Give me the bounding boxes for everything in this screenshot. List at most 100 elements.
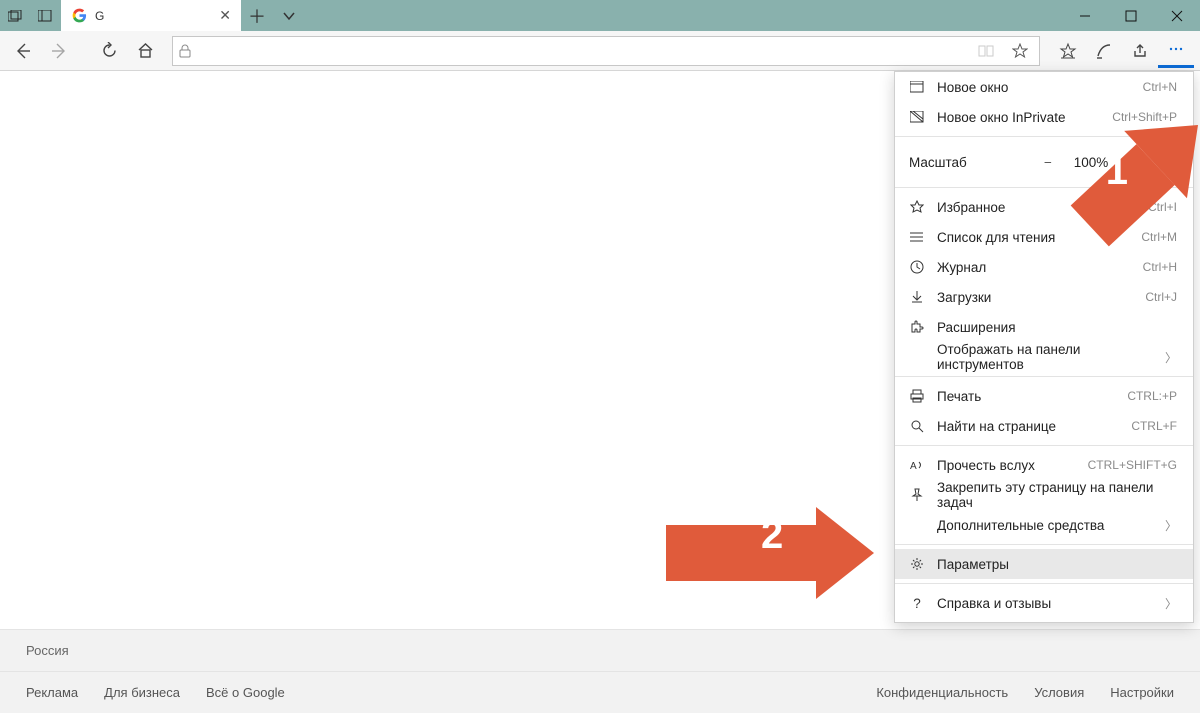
footer-link-about[interactable]: Всё о Google: [206, 685, 285, 700]
print-icon: [909, 389, 925, 403]
home-button[interactable]: [128, 34, 162, 68]
fullscreen-icon[interactable]: [1155, 155, 1177, 169]
annotation-number: 2: [761, 513, 783, 558]
help-icon: ?: [909, 596, 925, 611]
window-minimize-button[interactable]: [1062, 0, 1108, 31]
menu-shortcut: Ctrl+J: [1145, 290, 1177, 304]
settings-menu: Новое окно Ctrl+N Новое окно InPrivate C…: [894, 71, 1194, 623]
menu-read-aloud[interactable]: A Прочесть вслух CTRL+SHIFT+G: [895, 450, 1193, 480]
window-maximize-button[interactable]: [1108, 0, 1154, 31]
menu-settings[interactable]: Параметры: [895, 549, 1193, 579]
browser-toolbar: [0, 31, 1200, 71]
chevron-right-icon: 〉: [1165, 517, 1177, 534]
annotation-arrow-2: 2: [666, 507, 874, 599]
menu-label: Журнал: [937, 260, 1131, 275]
footer-link-business[interactable]: Для бизнеса: [104, 685, 180, 700]
notes-icon[interactable]: [1086, 34, 1122, 68]
menu-label: Печать: [937, 389, 1115, 404]
footer-link-settings[interactable]: Настройки: [1110, 685, 1174, 700]
list-icon: [909, 231, 925, 243]
window-icon: [909, 81, 925, 93]
menu-label: Прочесть вслух: [937, 458, 1076, 473]
google-favicon-icon: [71, 8, 87, 24]
page-content: Новое окно Ctrl+N Новое окно InPrivate C…: [0, 71, 1200, 713]
window-titlebar: G ✕ ＋: [0, 0, 1200, 31]
footer-link-privacy[interactable]: Конфиденциальность: [876, 685, 1008, 700]
star-icon: [909, 200, 925, 214]
share-icon[interactable]: [1122, 34, 1158, 68]
menu-new-window[interactable]: Новое окно Ctrl+N: [895, 72, 1193, 102]
menu-label: Отображать на панели инструментов: [937, 342, 1153, 372]
address-bar[interactable]: [172, 36, 1040, 66]
menu-extensions[interactable]: Расширения: [895, 312, 1193, 342]
zoom-out-button[interactable]: −: [1037, 155, 1059, 170]
svg-text:A: A: [910, 461, 917, 472]
history-icon: [909, 260, 925, 274]
footer-country: Россия: [0, 629, 1200, 671]
tab-title: G: [95, 9, 211, 23]
refresh-button[interactable]: [92, 34, 126, 68]
puzzle-icon: [909, 320, 925, 334]
menu-favorites[interactable]: Избранное Ctrl+I: [895, 192, 1193, 222]
back-button[interactable]: [6, 34, 40, 68]
menu-shortcut: Ctrl+Shift+P: [1112, 110, 1177, 124]
footer-link-ads[interactable]: Реклама: [26, 685, 78, 700]
footer-link-terms[interactable]: Условия: [1034, 685, 1084, 700]
search-icon: [909, 419, 925, 433]
menu-shortcut: Ctrl+I: [1148, 200, 1177, 214]
menu-shortcut: CTRL+F: [1131, 419, 1177, 433]
menu-pin-taskbar[interactable]: Закрепить эту страницу на панели задач: [895, 480, 1193, 510]
menu-show-in-toolbar[interactable]: Отображать на панели инструментов 〉: [895, 342, 1193, 372]
menu-shortcut: Ctrl+N: [1143, 80, 1177, 94]
menu-history[interactable]: Журнал Ctrl+H: [895, 252, 1193, 282]
google-footer: Россия Реклама Для бизнеса Всё о Google …: [0, 629, 1200, 713]
menu-label: Список для чтения: [937, 230, 1129, 245]
forward-button[interactable]: [42, 34, 76, 68]
pin-icon: [909, 488, 925, 502]
menu-shortcut: CTRL+SHIFT+G: [1088, 458, 1177, 472]
menu-zoom-row: Масштаб − 100% ＋: [895, 141, 1193, 183]
menu-label: Параметры: [937, 557, 1177, 572]
chevron-right-icon: 〉: [1165, 349, 1177, 366]
lock-icon: [179, 44, 191, 58]
menu-more-tools[interactable]: Дополнительные средства 〉: [895, 510, 1193, 540]
gear-icon: [909, 557, 925, 571]
menu-downloads[interactable]: Загрузки Ctrl+J: [895, 282, 1193, 312]
close-tab-icon[interactable]: ✕: [219, 7, 231, 24]
menu-label: Расширения: [937, 320, 1177, 335]
zoom-label: Масштаб: [909, 155, 1027, 170]
more-menu-button[interactable]: [1158, 34, 1194, 68]
menu-reading-list[interactable]: Список для чтения Ctrl+M: [895, 222, 1193, 252]
window-close-button[interactable]: [1154, 0, 1200, 31]
new-tab-button[interactable]: ＋: [241, 0, 273, 31]
menu-label: Избранное: [937, 200, 1136, 215]
menu-label: Новое окно InPrivate: [937, 110, 1100, 125]
tab-chevron-icon[interactable]: [273, 0, 305, 31]
favorites-hub-icon[interactable]: [1050, 34, 1086, 68]
menu-label: Новое окно: [937, 80, 1131, 95]
menu-shortcut: Ctrl+M: [1141, 230, 1177, 244]
download-icon: [909, 290, 925, 304]
menu-label: Закрепить эту страницу на панели задач: [937, 480, 1177, 510]
chevron-right-icon: 〉: [1165, 595, 1177, 612]
url-input[interactable]: [199, 37, 965, 65]
zoom-value: 100%: [1069, 155, 1113, 170]
favorite-star-icon[interactable]: [1007, 43, 1033, 59]
read-aloud-icon: A: [909, 458, 925, 472]
menu-label: Дополнительные средства: [937, 518, 1153, 533]
menu-shortcut: CTRL:+P: [1127, 389, 1177, 403]
tab-setaside-icon[interactable]: [30, 0, 60, 31]
menu-help[interactable]: ? Справка и отзывы 〉: [895, 588, 1193, 618]
menu-label: Справка и отзывы: [937, 596, 1153, 611]
menu-find[interactable]: Найти на странице CTRL+F: [895, 411, 1193, 441]
menu-print[interactable]: Печать CTRL:+P: [895, 381, 1193, 411]
tab-preview-icon[interactable]: [0, 0, 30, 31]
zoom-in-button[interactable]: ＋: [1123, 152, 1145, 172]
menu-new-inprivate[interactable]: Новое окно InPrivate Ctrl+Shift+P: [895, 102, 1193, 132]
inprivate-icon: [909, 111, 925, 123]
menu-shortcut: Ctrl+H: [1143, 260, 1177, 274]
reading-view-icon[interactable]: [973, 44, 999, 58]
menu-label: Загрузки: [937, 290, 1133, 305]
browser-tab[interactable]: G ✕: [61, 0, 241, 31]
menu-label: Найти на странице: [937, 419, 1119, 434]
